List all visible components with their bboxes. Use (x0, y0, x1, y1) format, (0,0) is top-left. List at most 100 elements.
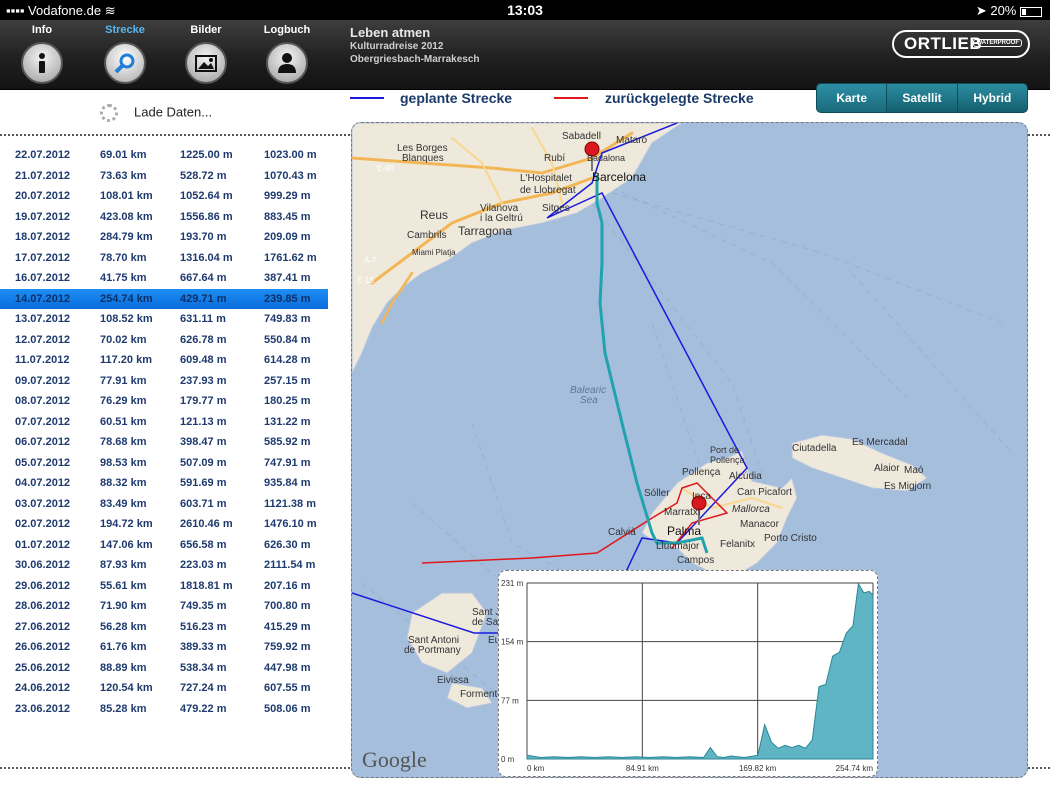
log-row[interactable]: 22.07.2012 69.01 km 1225.00 m 1023.00 m (0, 145, 328, 166)
search-icon (104, 42, 146, 84)
log-ascent: 626.78 m (180, 333, 227, 346)
log-date: 02.07.2012 (15, 518, 71, 530)
battery-icon (1020, 6, 1042, 17)
nav-bilder[interactable]: Bilder (171, 24, 241, 84)
elevation-profile[interactable]: 0 m 77 m 154 m 231 m 0 km 84.91 km 169.82 km 25… (498, 570, 878, 777)
log-row[interactable]: 04.07.2012 88.32 km 591.69 m 935.84 m (0, 473, 328, 494)
log-descent: 1070.43 m (264, 169, 317, 182)
svg-text:Campos: Campos (677, 555, 714, 566)
log-date: 03.07.2012 (15, 497, 71, 510)
log-date: 27.06.2012 (15, 620, 71, 633)
log-row[interactable]: 12.07.2012 70.02 km 626.78 m 550.84 m (0, 330, 328, 351)
log-descent: 1476.10 m (264, 518, 317, 530)
log-row[interactable]: 01.07.2012 147.06 km 656.58 m 626.30 m (0, 535, 328, 556)
map-mode-hybrid[interactable]: Hybrid (956, 84, 1027, 112)
nav-strecke-label: Strecke (105, 24, 145, 36)
legend-planned: geplante Strecke (400, 90, 513, 106)
log-date: 01.07.2012 (15, 538, 71, 551)
svg-text:Miami Platja: Miami Platja (412, 248, 456, 257)
log-ascent: 656.58 m (180, 538, 227, 551)
log-distance: 73.63 km (100, 169, 147, 182)
svg-text:E-90: E-90 (377, 164, 394, 173)
map-mode-satellit[interactable]: Satellit (886, 84, 956, 112)
log-row[interactable]: 25.06.2012 88.89 km 538.34 m 447.98 m (0, 658, 328, 679)
svg-text:Mallorca: Mallorca (732, 504, 770, 515)
svg-text:Es Mercadal: Es Mercadal (852, 437, 908, 448)
log-distance: 194.72 km (100, 518, 153, 530)
log-row[interactable]: 02.07.2012 194.72 km 2610.46 m 1476.10 m (0, 514, 328, 535)
image-icon (185, 42, 227, 84)
log-date: 21.07.2012 (15, 169, 71, 182)
svg-text:de Portmany: de Portmany (404, 645, 461, 656)
log-distance: 78.68 km (100, 436, 147, 448)
log-row[interactable]: 11.07.2012 117.20 km 609.48 m 614.28 m (0, 350, 328, 371)
map-legend: geplante Strecke zurückgelegte Strecke (350, 90, 800, 110)
log-row[interactable]: 28.06.2012 71.90 km 749.35 m 700.80 m (0, 596, 328, 617)
log-ascent: 429.71 m (180, 292, 227, 305)
log-distance: 60.51 km (100, 415, 147, 428)
log-row[interactable]: 13.07.2012 108.52 km 631.11 m 749.83 m (0, 309, 328, 330)
log-distance: 88.32 km (100, 477, 147, 489)
svg-text:E-15: E-15 (357, 276, 374, 285)
log-row[interactable]: 07.07.2012 60.51 km 121.13 m 131.22 m (0, 412, 328, 433)
log-row[interactable]: 18.07.2012 284.79 km 193.70 m 209.09 m (0, 227, 328, 248)
log-descent: 1761.62 m (264, 251, 317, 264)
app-toolbar: Info Strecke Bilder Logbuch Leben atmen … (0, 20, 1050, 90)
log-distance: 284.79 km (100, 231, 153, 243)
log-descent: 626.30 m (264, 538, 311, 551)
log-row[interactable]: 08.07.2012 76.29 km 179.77 m 180.25 m (0, 391, 328, 412)
elevation-area (526, 582, 874, 760)
log-row[interactable]: 20.07.2012 108.01 km 1052.64 m 999.29 m (0, 186, 328, 207)
log-row[interactable]: 05.07.2012 98.53 km 507.09 m 747.91 m (0, 453, 328, 474)
spinner-icon (100, 104, 118, 122)
log-descent: 585.92 m (264, 436, 311, 448)
svg-text:Ciutadella: Ciutadella (792, 443, 837, 454)
log-ascent: 1818.81 m (180, 579, 233, 592)
svg-text:Sitges: Sitges (542, 203, 570, 214)
log-date: 23.06.2012 (15, 702, 71, 715)
log-row[interactable]: 27.06.2012 56.28 km 516.23 m 415.29 m (0, 617, 328, 638)
svg-text:Mataró: Mataró (616, 135, 648, 146)
log-row[interactable]: 23.06.2012 85.28 km 479.22 m 508.06 m (0, 699, 328, 720)
svg-text:Sóller: Sóller (644, 488, 670, 499)
log-row[interactable]: 21.07.2012 73.63 km 528.72 m 1070.43 m (0, 166, 328, 187)
log-descent: 131.22 m (264, 415, 311, 428)
log-row[interactable]: 17.07.2012 78.70 km 1316.04 m 1761.62 m (0, 248, 328, 269)
log-distance: 117.20 km (100, 354, 152, 366)
log-row[interactable]: 14.07.2012 254.74 km 429.71 m 239.85 m (0, 288, 328, 309)
log-descent: 883.45 m (264, 210, 311, 223)
nav-logbuch[interactable]: Logbuch (252, 24, 322, 84)
log-ascent: 121.13 m (180, 415, 227, 428)
nav-strecke[interactable]: Strecke (90, 24, 160, 84)
log-date: 20.07.2012 (15, 190, 71, 202)
log-row[interactable]: 19.07.2012 423.08 km 1556.86 m 883.45 m (0, 207, 328, 228)
log-ascent: 179.77 m (180, 395, 227, 407)
log-ascent: 1052.64 m (180, 190, 233, 202)
log-ascent: 479.22 m (180, 702, 227, 715)
y-tick-label: 231 m (501, 579, 524, 588)
log-row[interactable]: 30.06.2012 87.93 km 223.03 m 2111.54 m (0, 555, 328, 576)
log-ascent: 591.69 m (180, 477, 227, 489)
log-row[interactable]: 24.06.2012 120.54 km 727.24 m 607.55 m (0, 678, 328, 699)
log-ascent: 237.93 m (180, 374, 227, 387)
x-tick-label: 254.74 km (836, 764, 874, 773)
log-row[interactable]: 03.07.2012 83.49 km 603.71 m 1121.38 m (0, 494, 328, 515)
log-table: 22.07.2012 69.01 km 1225.00 m 1023.00 m 21.0… (0, 145, 328, 719)
loading-text: Lade Daten... (134, 104, 213, 120)
log-row[interactable]: 09.07.2012 77.91 km 237.93 m 257.15 m (0, 371, 328, 392)
log-ascent: 389.33 m (180, 641, 227, 653)
log-ascent: 631.11 m (180, 313, 226, 325)
log-distance: 254.74 km (100, 292, 153, 305)
log-row[interactable]: 26.06.2012 61.76 km 389.33 m 759.92 m (0, 637, 328, 658)
log-row[interactable]: 16.07.2012 41.75 km 667.64 m 387.41 m (0, 268, 328, 289)
log-distance: 76.29 km (100, 395, 147, 407)
log-date: 06.07.2012 (15, 436, 71, 448)
x-tick-label: 0 km (527, 764, 545, 773)
log-row[interactable]: 06.07.2012 78.68 km 398.47 m 585.92 m (0, 432, 328, 453)
log-row[interactable]: 29.06.2012 55.61 km 1818.81 m 207.16 m (0, 576, 328, 597)
log-date: 28.06.2012 (15, 600, 71, 612)
nav-info[interactable]: Info (7, 24, 77, 84)
log-descent: 180.25 m (264, 395, 311, 407)
map-mode-karte[interactable]: Karte (817, 84, 887, 112)
svg-text:Eivissa: Eivissa (437, 675, 469, 686)
